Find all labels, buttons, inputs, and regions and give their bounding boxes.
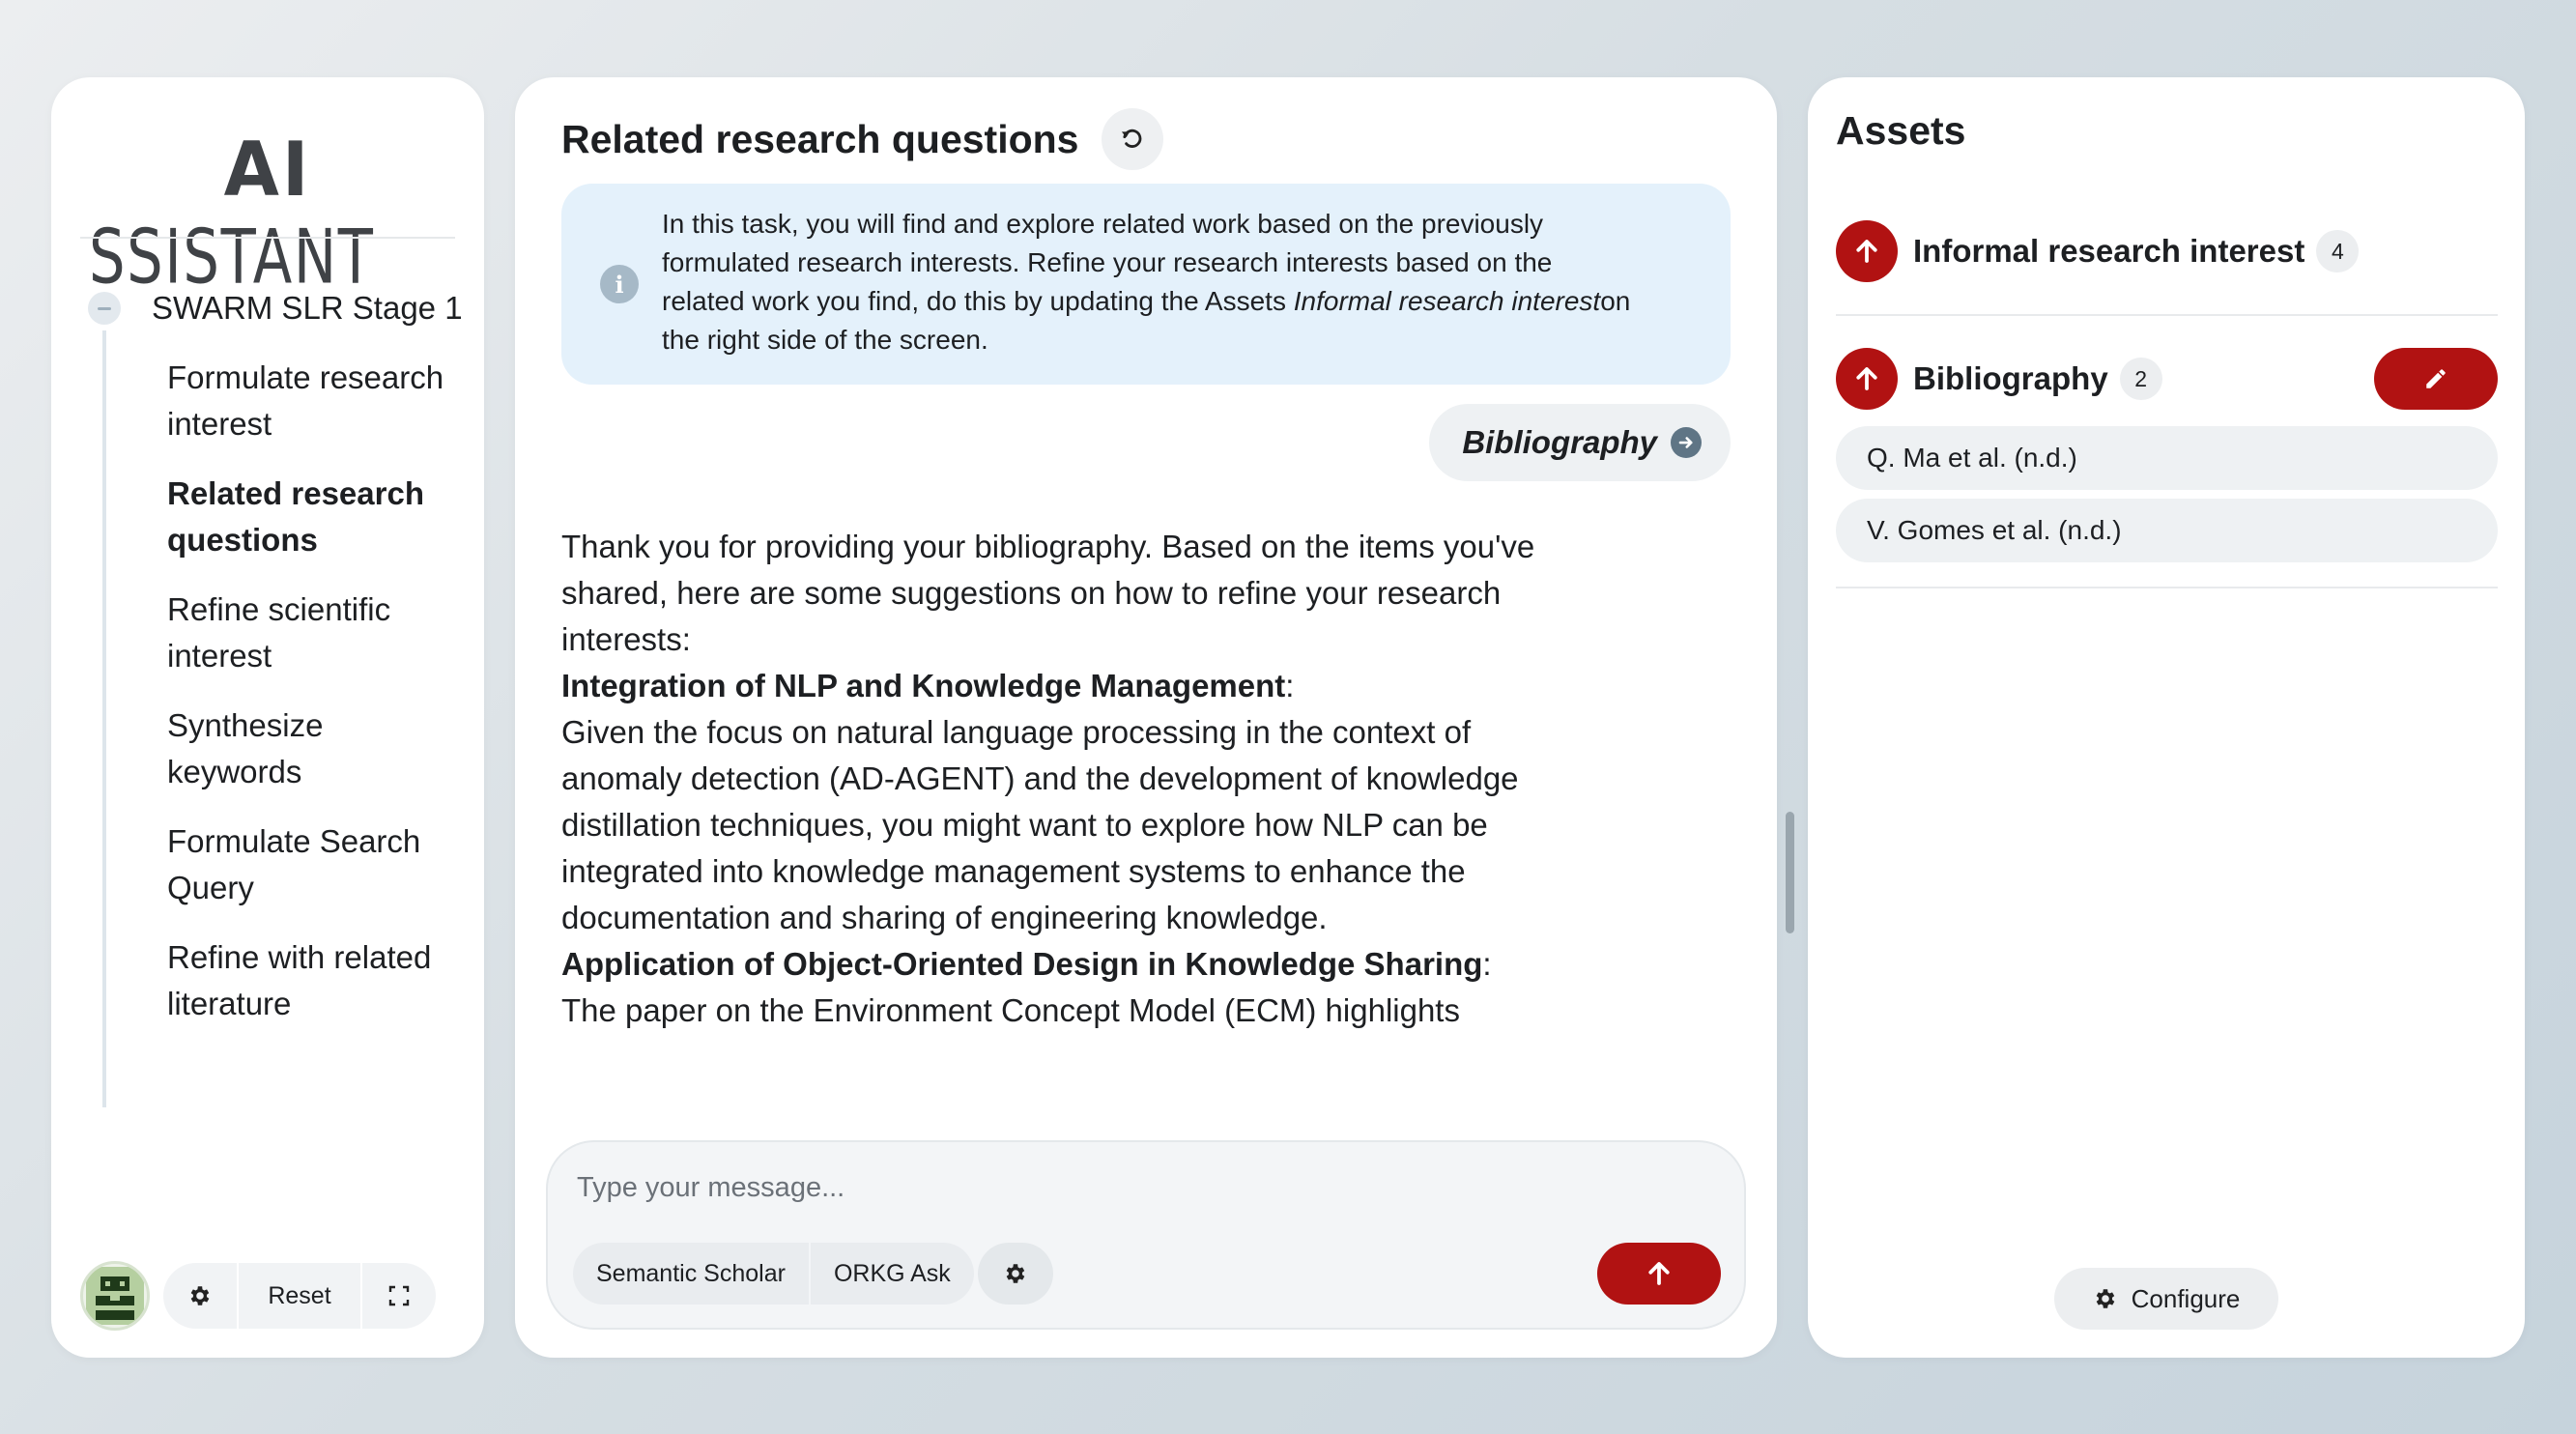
logo-ai: AI bbox=[223, 126, 312, 214]
step-formulate-search-query[interactable]: Formulate Search Query bbox=[167, 818, 457, 911]
logo-rest: SSISTANT bbox=[89, 214, 375, 301]
count-badge: 4 bbox=[2316, 230, 2360, 272]
count-badge: 2 bbox=[2119, 358, 2162, 400]
step-related-research-questions[interactable]: Related research questions bbox=[167, 471, 457, 563]
gear-icon bbox=[190, 1286, 210, 1305]
settings-button[interactable] bbox=[163, 1263, 237, 1329]
message-heading: Integration of NLP and Knowledge Managem… bbox=[561, 668, 1286, 703]
pencil-icon bbox=[2426, 369, 2446, 388]
tool-settings-button[interactable] bbox=[977, 1243, 1053, 1305]
asset-name: Informal research interest bbox=[1913, 233, 2305, 269]
step-formulate-research-interest[interactable]: Formulate research interest bbox=[167, 355, 457, 447]
chat-panel: Related research questions i In this tas… bbox=[515, 77, 1794, 1358]
step-refine-with-related-literature[interactable]: Refine with related literature bbox=[167, 934, 457, 1027]
sidebar-panel: AISSISTANT SWARM SLR Stage 1 Formulate r… bbox=[51, 77, 484, 1358]
message-point-2-heading: Application of Object-Oriented Design in… bbox=[561, 941, 1547, 988]
arrow-up-icon[interactable] bbox=[1836, 348, 1898, 410]
fullscreen-icon bbox=[388, 1285, 410, 1306]
info-text-italic: Informal research interest bbox=[1293, 286, 1601, 316]
fullscreen-button[interactable] bbox=[362, 1263, 436, 1329]
avatar[interactable] bbox=[80, 1261, 150, 1331]
assets-panel: Assets Informal research interest 4 Bibl… bbox=[1808, 77, 2525, 1358]
sidebar-footer: Reset bbox=[80, 1261, 436, 1331]
message-colon: : bbox=[1482, 946, 1492, 982]
arrow-up-icon[interactable] bbox=[1836, 220, 1898, 282]
gear-icon bbox=[1006, 1264, 1025, 1283]
stage-tree-line bbox=[102, 330, 106, 1107]
message-point-1-body: Given the focus on natural language proc… bbox=[561, 714, 1519, 935]
info-icon: i bbox=[600, 265, 639, 303]
chat-header: Related research questions bbox=[561, 108, 1164, 170]
message-heading: Application of Object-Oriented Design in… bbox=[561, 946, 1483, 982]
configure-label: Configure bbox=[2131, 1283, 2241, 1313]
divider bbox=[1836, 587, 2498, 588]
asset-bibliography[interactable]: Bibliography 2 bbox=[1836, 348, 2162, 410]
arrow-up-icon bbox=[1648, 1262, 1670, 1285]
refresh-button[interactable] bbox=[1102, 108, 1164, 170]
arrow-right-icon bbox=[1671, 427, 1702, 458]
step-synthesize-keywords[interactable]: Synthesize keywords bbox=[167, 703, 457, 795]
reset-button[interactable]: Reset bbox=[237, 1263, 362, 1329]
bibliography-chip-label: Bibliography bbox=[1462, 424, 1657, 460]
page-title: Related research questions bbox=[561, 116, 1079, 161]
pixel-avatar-icon bbox=[86, 1267, 144, 1325]
tool-chips: Semantic Scholar ORKG Ask bbox=[573, 1243, 974, 1305]
bibliography-chip[interactable]: Bibliography bbox=[1429, 404, 1731, 481]
info-text: In this task, you will find and explore … bbox=[662, 205, 1638, 359]
tool-semantic-scholar[interactable]: Semantic Scholar bbox=[573, 1243, 809, 1305]
info-box: i In this task, you will find and explor… bbox=[561, 184, 1731, 385]
divider bbox=[80, 237, 455, 239]
message-colon: : bbox=[1285, 668, 1295, 703]
send-button[interactable] bbox=[1597, 1243, 1721, 1305]
tool-selector: Semantic Scholar ORKG Ask bbox=[573, 1243, 1053, 1305]
message-point-2-body: The paper on the Environment Concept Mod… bbox=[561, 992, 1460, 1028]
message-input[interactable] bbox=[577, 1163, 1640, 1212]
scrollbar[interactable] bbox=[1786, 812, 1794, 933]
message-composer: Semantic Scholar ORKG Ask bbox=[546, 1140, 1746, 1330]
tool-orkg-ask[interactable]: ORKG Ask bbox=[808, 1243, 974, 1305]
asset-informal-research-interest[interactable]: Informal research interest 4 bbox=[1836, 220, 2360, 282]
app-logo: AISSISTANT bbox=[51, 127, 484, 301]
bibliography-entry[interactable]: V. Gomes et al. (n.d.) bbox=[1836, 499, 2498, 562]
stage-title: SWARM SLR Stage 1 bbox=[152, 290, 463, 326]
configure-button[interactable]: Configure bbox=[2054, 1268, 2278, 1330]
assistant-message: Thank you for providing your bibliograph… bbox=[561, 524, 1547, 1034]
assets-title: Assets bbox=[1836, 108, 1966, 153]
divider bbox=[1836, 314, 2498, 316]
message-point-1-heading: Integration of NLP and Knowledge Managem… bbox=[561, 663, 1547, 709]
gear-icon bbox=[2096, 1289, 2114, 1308]
refresh-icon bbox=[1122, 129, 1142, 148]
stage-header[interactable]: SWARM SLR Stage 1 bbox=[88, 290, 463, 327]
step-refine-scientific-interest[interactable]: Refine scientific interest bbox=[167, 587, 457, 679]
asset-name: Bibliography bbox=[1913, 360, 2108, 396]
sidebar-footer-controls: Reset bbox=[163, 1263, 436, 1329]
step-list: Formulate research interest Related rese… bbox=[167, 355, 457, 1050]
bibliography-entry[interactable]: Q. Ma et al. (n.d.) bbox=[1836, 426, 2498, 490]
edit-bibliography-button[interactable] bbox=[2374, 348, 2498, 410]
collapse-icon[interactable] bbox=[88, 292, 121, 325]
message-intro: Thank you for providing your bibliograph… bbox=[561, 529, 1535, 657]
